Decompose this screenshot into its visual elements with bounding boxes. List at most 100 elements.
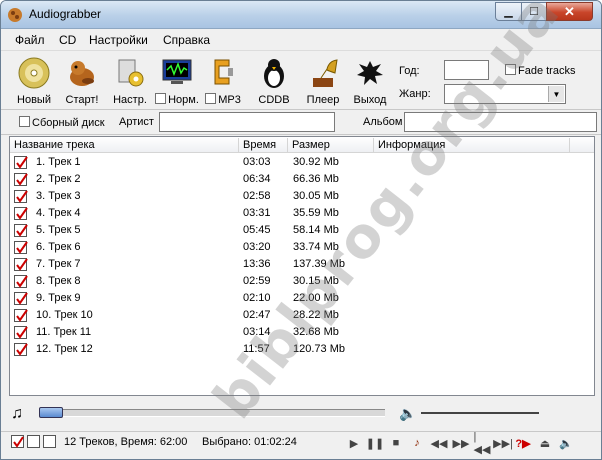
- check-all-checkbox[interactable]: [11, 435, 24, 448]
- artist-input[interactable]: [159, 112, 335, 132]
- track-time: 13:36: [243, 258, 271, 270]
- compilation-checkbox[interactable]: [19, 116, 30, 127]
- track-checkbox[interactable]: [14, 190, 28, 203]
- track-checkbox[interactable]: [14, 275, 28, 288]
- genre-label: Жанр:: [399, 88, 431, 100]
- title-bar[interactable]: Audiograbber ▁ ☐ ✕: [1, 1, 601, 29]
- fade-tracks-checkbox[interactable]: [505, 64, 516, 75]
- settings-button[interactable]: Настр.: [109, 55, 151, 107]
- next-track-button[interactable]: ▶▶|: [493, 435, 513, 451]
- track-row[interactable]: 11. Трек 11 03:14 32.68 Mb: [10, 324, 594, 341]
- next-track-icon: ▶▶|: [493, 437, 513, 450]
- menu-file[interactable]: Файл: [15, 33, 45, 47]
- column-size[interactable]: Размер: [288, 138, 374, 152]
- genre-select[interactable]: ▼: [444, 84, 566, 104]
- track-checkbox[interactable]: [14, 173, 28, 186]
- minimize-button[interactable]: ▁: [495, 2, 522, 21]
- artist-label: Артист: [119, 116, 154, 128]
- track-checkbox[interactable]: [14, 258, 28, 271]
- eject-button[interactable]: ⏏: [537, 435, 553, 451]
- track-row[interactable]: 6. Трек 6 03:20 33.74 Mb: [10, 239, 594, 256]
- exit-button[interactable]: Выход: [351, 55, 389, 107]
- disc-info-bar: Сборный диск Артист Альбом: [1, 111, 601, 135]
- track-name: 5. Трек 5: [36, 224, 81, 236]
- penguin-icon: [264, 59, 284, 88]
- mute-button[interactable]: 🔈: [558, 435, 574, 451]
- track-count-text: 12 Треков, Время: 62:00: [64, 436, 188, 448]
- track-time: 05:45: [243, 224, 271, 236]
- app-icon: [7, 7, 23, 23]
- maximize-button[interactable]: ☐: [521, 2, 547, 21]
- column-time[interactable]: Время: [239, 138, 288, 152]
- track-row[interactable]: 5. Трек 5 05:45 58.14 Mb: [10, 222, 594, 239]
- track-checkbox[interactable]: [14, 224, 28, 237]
- track-row[interactable]: 8. Трек 8 02:59 30.15 Mb: [10, 273, 594, 290]
- track-row[interactable]: 1. Трек 1 03:03 30.92 Mb: [10, 154, 594, 171]
- track-name: 8. Трек 8: [36, 275, 81, 287]
- year-input[interactable]: [444, 60, 489, 80]
- track-checkbox[interactable]: [14, 309, 28, 322]
- close-button[interactable]: ✕: [546, 2, 593, 21]
- new-button[interactable]: Новый: [13, 55, 55, 107]
- track-name: 11. Трек 11: [36, 326, 92, 338]
- track-time: 11:57: [243, 343, 270, 355]
- eject-record-button[interactable]: ♪: [409, 435, 425, 451]
- chevron-down-icon[interactable]: ▼: [548, 86, 564, 102]
- track-row[interactable]: 3. Трек 3 02:58 30.05 Mb: [10, 188, 594, 205]
- track-checkbox[interactable]: [14, 343, 28, 356]
- track-row[interactable]: 9. Трек 9 02:10 22.00 Mb: [10, 290, 594, 307]
- previous-track-icon: |◀◀: [473, 430, 491, 456]
- track-row[interactable]: 10. Трек 10 02:47 28.22 Mb: [10, 307, 594, 324]
- column-track-name[interactable]: Название трека: [10, 138, 239, 152]
- cddb-label: CDDB: [258, 94, 290, 106]
- track-row[interactable]: 2. Трек 2 06:34 66.36 Mb: [10, 171, 594, 188]
- menu-help[interactable]: Справка: [163, 33, 210, 47]
- menu-cd[interactable]: CD: [59, 33, 76, 47]
- stop-button[interactable]: ■: [388, 435, 404, 451]
- track-checkbox[interactable]: [14, 241, 28, 254]
- play-button[interactable]: ▶: [346, 435, 362, 451]
- start-label: Старт!: [65, 94, 99, 106]
- menu-bar: Файл CD Настройки Справка: [1, 30, 601, 51]
- player-button[interactable]: Плеер: [303, 55, 343, 107]
- track-name: 3. Трек 3: [36, 190, 81, 202]
- pause-button[interactable]: ❚❚: [366, 435, 384, 451]
- gramophone-icon: [313, 59, 338, 87]
- track-size: 120.73 Mb: [293, 343, 345, 355]
- column-info[interactable]: Информация: [374, 138, 570, 152]
- cddb-button[interactable]: CDDB: [255, 55, 293, 107]
- mp3-checkbox[interactable]: [205, 93, 217, 104]
- seek-thumb[interactable]: [39, 407, 63, 418]
- track-time: 06:34: [243, 173, 271, 185]
- volume-slider[interactable]: [421, 412, 539, 414]
- settings-label: Настр.: [113, 94, 147, 106]
- random-button[interactable]: ?▶: [515, 435, 531, 451]
- invert-check-checkbox[interactable]: [43, 435, 56, 448]
- track-checkbox[interactable]: [14, 156, 28, 169]
- track-time: 02:58: [243, 190, 271, 202]
- track-name: 9. Трек 9: [36, 292, 81, 304]
- track-row[interactable]: 12. Трек 12 11:57 120.73 Mb: [10, 341, 594, 358]
- track-row[interactable]: 7. Трек 7 13:36 137.39 Mb: [10, 256, 594, 273]
- year-label: Год:: [399, 65, 420, 77]
- normalize-checkbox[interactable]: [155, 93, 167, 104]
- track-checkbox[interactable]: [14, 326, 28, 339]
- seek-slider[interactable]: [39, 407, 385, 418]
- mp3-toggle[interactable]: MP3: [203, 55, 243, 107]
- settings-icon: [118, 59, 144, 87]
- track-checkbox[interactable]: [14, 207, 28, 220]
- track-time: 02:59: [243, 275, 271, 287]
- start-button[interactable]: Старт!: [61, 55, 103, 107]
- track-size: 30.05 Mb: [293, 190, 339, 202]
- normalize-toggle[interactable]: Норм.: [155, 55, 199, 107]
- album-input[interactable]: [404, 112, 597, 132]
- track-checkbox[interactable]: [14, 292, 28, 305]
- track-time: 02:10: [243, 292, 271, 304]
- rewind-button[interactable]: ◀◀: [431, 435, 448, 451]
- uncheck-all-checkbox[interactable]: [27, 435, 40, 448]
- previous-track-button[interactable]: |◀◀: [474, 431, 491, 456]
- menu-settings[interactable]: Настройки: [89, 33, 148, 47]
- track-row[interactable]: 4. Трек 4 03:31 35.59 Mb: [10, 205, 594, 222]
- fast-forward-button[interactable]: ▶▶: [452, 435, 470, 451]
- fast-forward-icon: ▶▶: [452, 437, 470, 450]
